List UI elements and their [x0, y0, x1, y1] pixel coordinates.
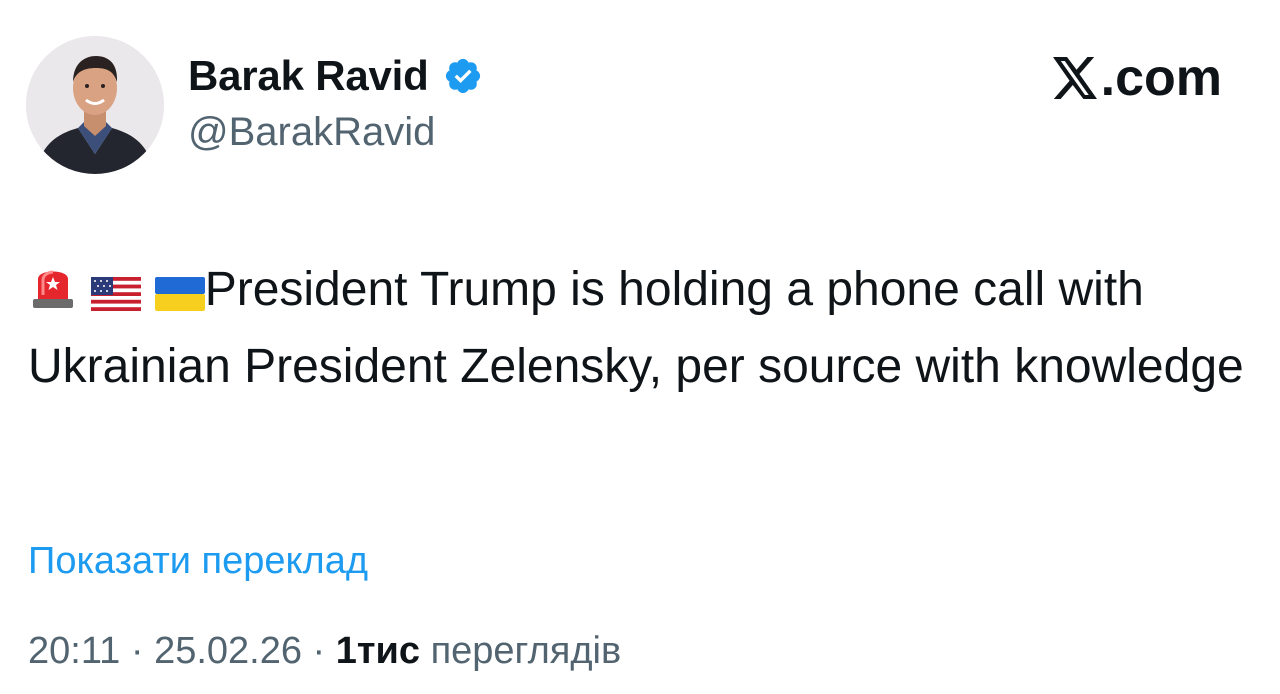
police-light-icon [28, 260, 78, 331]
brand-domain: .com [1100, 49, 1222, 107]
x-logo-icon [1052, 57, 1097, 99]
show-translation-link[interactable]: Показати переклад [28, 540, 368, 583]
tweet-date[interactable]: 25.02.26 [154, 630, 302, 672]
tweet-meta: 20:11 · 25.02.26 · 1тис переглядів [28, 630, 621, 673]
author-header: Barak Ravid @BarakRavid [188, 50, 483, 155]
tweet-body: President Trump is holding a phone call … [28, 263, 1244, 393]
tweet-text: President Trump is holding a phone call … [28, 254, 1258, 402]
author-avatar[interactable] [26, 36, 164, 174]
brand-logo: .com [1051, 49, 1222, 107]
us-flag-icon [91, 260, 142, 331]
author-name-row: Barak Ravid [188, 50, 483, 102]
tweet-card: Barak Ravid @BarakRavid .com President T… [0, 0, 1280, 694]
views-count[interactable]: 1тис [336, 630, 420, 672]
avatar-photo [26, 36, 164, 174]
views-label: переглядів [430, 630, 622, 672]
meta-separator: · [312, 630, 326, 672]
meta-separator: · [130, 630, 144, 672]
verified-badge-icon [443, 56, 483, 96]
tweet-time[interactable]: 20:11 [28, 630, 120, 672]
author-name[interactable]: Barak Ravid [188, 52, 429, 100]
author-handle[interactable]: @BarakRavid [188, 110, 483, 155]
ukraine-flag-icon [154, 260, 205, 331]
